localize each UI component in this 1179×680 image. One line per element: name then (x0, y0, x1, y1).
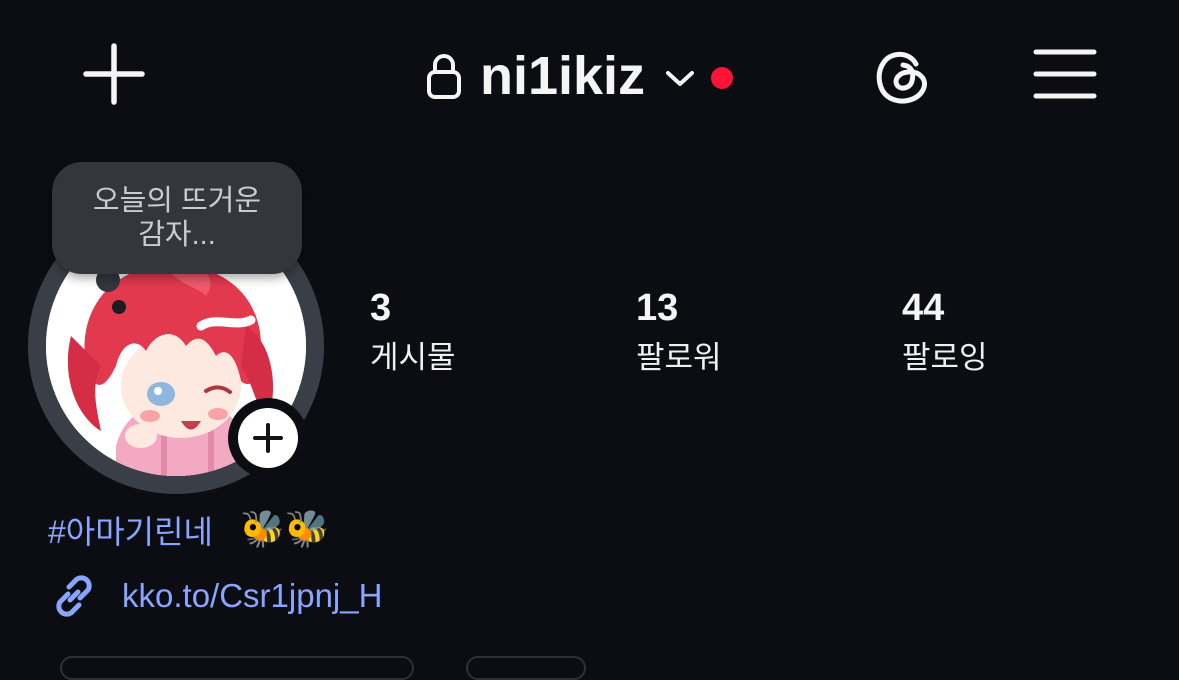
username: ni1ikiz (480, 46, 646, 106)
note-text: 오늘의 뜨거운 감자... (92, 185, 262, 251)
notification-dot (711, 67, 734, 89)
plus-icon (253, 423, 283, 453)
create-button[interactable] (82, 42, 146, 106)
followers-count: 13 (636, 287, 679, 329)
chevron-down-icon (666, 71, 695, 86)
note-bubble[interactable]: 오늘의 뜨거운 감자... (52, 162, 302, 274)
account-switcher[interactable]: ni1ikiz (426, 46, 734, 106)
bio-hashtag[interactable]: #아마기린네 (48, 508, 213, 552)
followers-label: 팔로워 (636, 340, 722, 375)
menu-button[interactable] (1032, 46, 1098, 102)
stat-posts[interactable]: 3 게시물 (370, 288, 550, 376)
link-icon (56, 575, 92, 617)
threads-icon (876, 51, 927, 104)
add-story-badge[interactable] (238, 408, 298, 468)
plus-icon (83, 43, 145, 105)
lock-icon (427, 54, 461, 99)
edit-profile-button[interactable] (60, 656, 414, 680)
note-tail-dot (112, 300, 126, 314)
link-text: kko.to/Csr1jpnj_H (122, 577, 383, 614)
bio-emoji: 🐝🐝 (240, 508, 330, 549)
share-profile-button[interactable] (466, 656, 586, 680)
stat-following[interactable]: 44 팔로잉 (902, 288, 1082, 376)
stat-followers[interactable]: 13 팔로워 (636, 288, 816, 376)
threads-button[interactable] (870, 44, 934, 108)
bio-link[interactable]: kko.to/Csr1jpnj_H (48, 570, 382, 622)
hamburger-menu-icon (1033, 49, 1097, 99)
following-label: 팔로잉 (902, 340, 988, 375)
following-count: 44 (902, 287, 945, 329)
posts-count: 3 (370, 287, 392, 329)
posts-label: 게시물 (370, 340, 456, 375)
